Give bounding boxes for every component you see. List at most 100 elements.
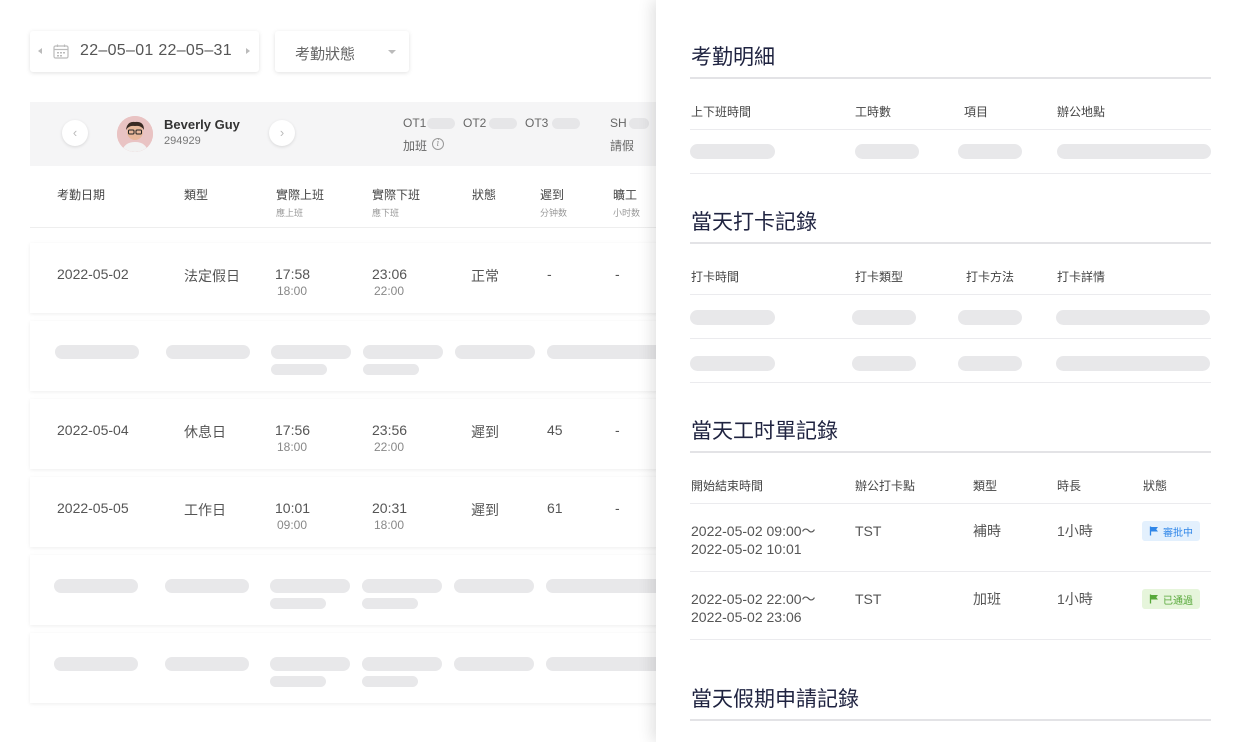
detail-header-time: 上下班時間 [691,105,752,119]
prev-employee-button[interactable]: ‹ [62,120,88,146]
next-employee-button[interactable]: › [269,120,295,146]
info-icon[interactable]: i [432,138,444,150]
leave-label: 請假 [610,139,635,153]
skeleton-bar [958,356,1022,371]
skeleton-bar [546,579,666,593]
avatar [117,116,153,152]
header-divider [30,227,670,228]
status-badge: 審批中 [1142,521,1200,541]
ot1-value-skeleton [427,118,455,129]
row-divider [690,129,1211,130]
skeleton-bar [958,144,1022,159]
avatar-image [117,116,153,152]
skeleton-bar [362,657,442,671]
col-header-status: 狀態 [472,188,497,202]
clock-header-method: 打卡方法 [966,270,1015,284]
row-expected-in: 18:00 [277,284,308,298]
flag-icon [1149,526,1158,536]
col-header-type: 類型 [184,188,209,202]
row-divider [690,503,1211,504]
row-divider [690,639,1211,640]
detail-header-hours: 工時數 [855,105,892,119]
next-month-icon[interactable] [246,48,250,54]
section-title-timesheet: 當天工时單記錄 [691,420,838,443]
skeleton-bar [1057,144,1211,159]
clock-header-detail: 打卡詳情 [1057,270,1106,284]
date-range-text: 22–05–01 22–05–31 [80,42,232,59]
clock-header-time: 打卡時間 [691,270,740,284]
prev-month-icon[interactable] [38,48,42,54]
timesheet-location: TST [855,591,882,607]
row-late: - [547,266,552,282]
row-actual-out: 20:31 [372,500,408,516]
row-expected-out: 22:00 [374,284,405,298]
skeleton-bar [454,579,534,593]
col-subheader-absent-hours: 小时数 [613,208,641,218]
skeleton-bar [455,345,535,359]
row-divider [690,338,1211,339]
timesheet-duration: 1小時 [1057,591,1093,607]
skeleton-bar [363,364,419,375]
ot3-value-skeleton [552,118,580,129]
timesheet-time-start: 2022-05-02 09:00～ [691,523,816,539]
attendance-status-select[interactable]: 考勤狀態 [275,31,409,72]
row-absent: - [615,266,620,282]
status-select-placeholder: 考勤狀態 [295,46,356,63]
col-header-late: 遲到 [540,188,565,202]
skeleton-bar [270,598,326,609]
flag-icon [1149,594,1158,604]
skeleton-bar [270,579,350,593]
skeleton-bar [54,579,138,593]
row-status: 遲到 [471,424,499,440]
skeleton-bar [363,345,443,359]
skeleton-bar [546,657,666,671]
skeleton-bar [54,657,138,671]
timesheet-time-end: 2022-05-02 23:06 [691,609,802,625]
section-divider [690,77,1211,79]
col-subheader-expected-in: 應上班 [276,208,304,218]
skeleton-bar [271,364,327,375]
skeleton-bar [855,144,919,159]
row-divider [690,571,1211,572]
overtime-label: 加班 [403,139,428,153]
status-badge-label: 已通過 [1163,595,1193,607]
timesheet-time-end: 2022-05-02 10:01 [691,541,802,557]
row-actual-in: 10:01 [275,500,311,516]
chevron-left-icon: ‹ [72,125,78,140]
chevron-right-icon: › [279,125,285,140]
col-header-date: 考勤日期 [57,188,106,202]
timesheet-header-location: 辦公打卡點 [855,479,916,493]
row-type: 法定假日 [184,268,240,284]
row-late: 45 [547,422,563,438]
timesheet-type: 補時 [973,523,1001,539]
row-actual-out: 23:56 [372,422,408,438]
skeleton-bar [270,676,326,687]
skeleton-bar [1056,310,1210,325]
row-status: 正常 [471,268,499,284]
row-absent: - [615,500,620,516]
row-date: 2022-05-05 [57,500,129,516]
row-divider [690,173,1211,174]
skeleton-bar [690,310,775,325]
section-divider [690,719,1211,721]
skeleton-bar [690,356,775,371]
skeleton-bar [270,657,350,671]
skeleton-bar [165,579,249,593]
row-actual-out: 23:06 [372,266,408,282]
employee-id: 294929 [164,135,201,147]
caret-down-icon [388,50,396,54]
skeleton-bar [454,657,534,671]
row-expected-in: 18:00 [277,440,308,454]
date-range-picker[interactable]: 22–05–01 22–05–31 [30,31,259,72]
skeleton-bar [362,579,442,593]
row-late: 61 [547,500,563,516]
timesheet-header-type: 類型 [973,479,998,493]
row-type: 工作日 [184,502,226,518]
skeleton-bar [690,144,775,159]
section-divider [690,451,1211,453]
skeleton-bar [958,310,1022,325]
status-badge-label: 審批中 [1163,527,1193,539]
ot3-label: OT3 [525,116,549,130]
row-divider [690,382,1211,383]
status-badge: 已通過 [1142,589,1200,609]
